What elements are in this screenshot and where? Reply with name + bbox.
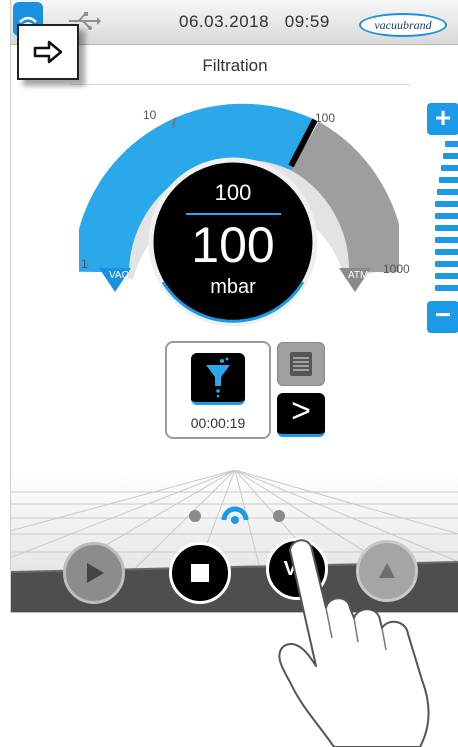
slider-tick — [441, 165, 458, 171]
slider-tick — [435, 273, 458, 279]
filter-funnel-icon[interactable] — [191, 353, 245, 405]
function-card[interactable]: 00:00:19 — [165, 341, 271, 439]
date-time: 06.03.2018 09:59 — [179, 12, 330, 32]
device-screen: 06.03.2018 09:59 vacuubrand Filtration 1… — [10, 0, 458, 613]
pressure-unit: mbar — [210, 276, 256, 298]
vac-label: VAC — [109, 270, 129, 281]
date-text: 06.03.2018 — [179, 12, 270, 31]
slider-tick — [439, 177, 458, 183]
scale-label-1000: 1000 — [383, 262, 410, 276]
play-icon — [87, 563, 104, 583]
stop-icon — [191, 564, 209, 582]
slider-tick — [435, 261, 458, 267]
slider-tick — [443, 153, 458, 159]
page-dot[interactable] — [189, 510, 201, 522]
slider-tick — [435, 213, 458, 219]
pressure-value: 100 — [191, 217, 275, 273]
increase-button[interactable]: + — [427, 103, 458, 135]
play-button[interactable] — [63, 542, 125, 604]
setpoint-value[interactable]: 100 — [165, 180, 301, 206]
atm-label: ATM — [348, 270, 369, 281]
list-button[interactable] — [277, 342, 325, 386]
slider-tick — [435, 285, 458, 291]
pointing-hand-icon — [278, 539, 430, 747]
process-timer: 00:00:19 — [190, 415, 246, 431]
scale-label-10: 10 — [143, 108, 157, 122]
slider-tick — [435, 237, 458, 243]
page-dot[interactable] — [273, 510, 285, 522]
setpoint-divider — [186, 213, 281, 215]
page-dot-active[interactable] — [221, 500, 249, 526]
decrease-button[interactable]: − — [427, 301, 458, 333]
slider-tick — [435, 249, 458, 255]
arrow-right-icon — [33, 40, 63, 64]
list-icon — [290, 352, 312, 376]
stop-button[interactable] — [169, 542, 231, 604]
title-divider — [71, 84, 411, 85]
next-button[interactable]: > — [277, 393, 325, 437]
vacuubrand-logo: vacuubrand — [359, 13, 447, 37]
slider-tick — [445, 141, 458, 147]
time-text: 09:59 — [284, 12, 330, 31]
login-button[interactable] — [17, 24, 79, 80]
scale-label-1: 1 — [81, 257, 88, 271]
slider-tick — [435, 225, 458, 231]
slider-tick — [435, 201, 458, 207]
slider-tick — [437, 189, 458, 195]
scale-label-100: 100 — [315, 111, 336, 125]
setpoint-slider[interactable]: + − — [427, 103, 458, 335]
